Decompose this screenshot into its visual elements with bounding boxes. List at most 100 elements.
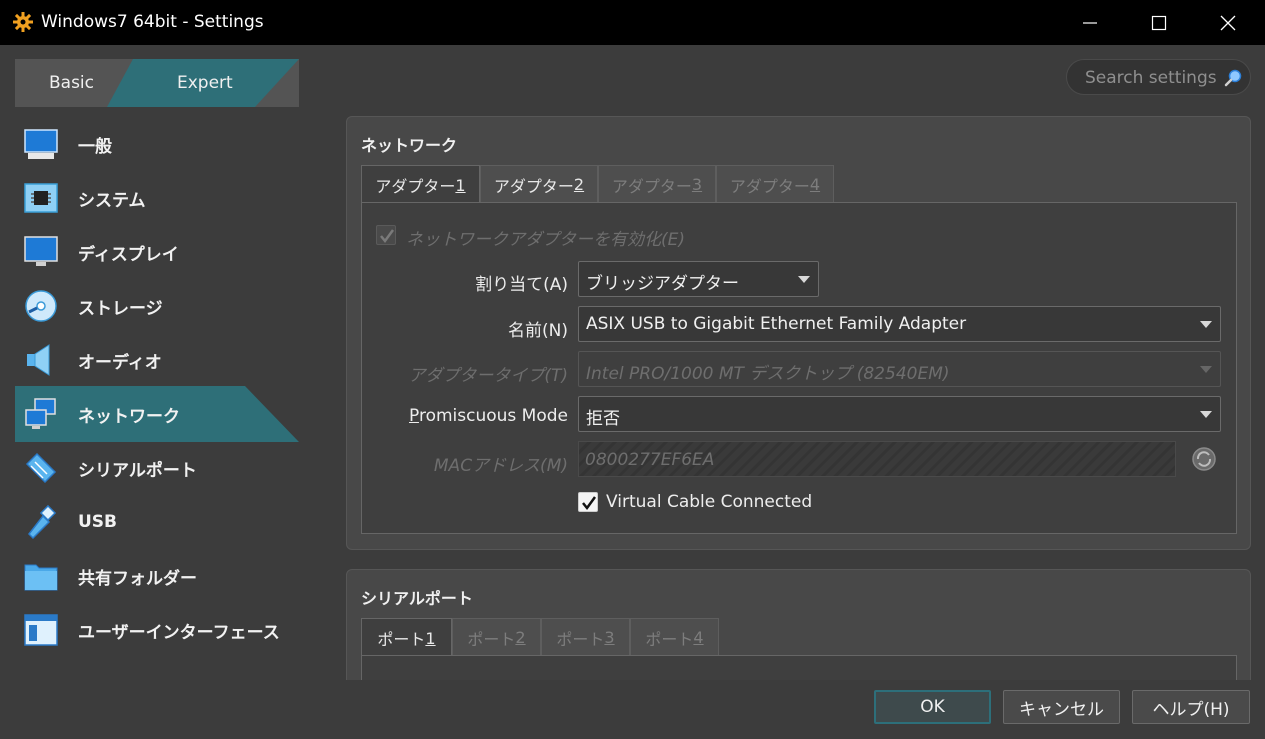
sidebar-item-system[interactable]: システム — [15, 170, 299, 226]
adapter-type-value: Intel PRO/1000 MT デスクトップ (82540EM) — [586, 364, 950, 384]
serial-port-icon — [25, 452, 57, 484]
sidebar-item-usb[interactable]: USB — [15, 494, 299, 550]
display-monitor-icon — [24, 236, 58, 266]
checkmark-icon — [582, 496, 597, 511]
tab-label: ポート — [645, 629, 694, 649]
name-label: 名前(N) — [508, 321, 568, 341]
refresh-icon — [1192, 447, 1216, 471]
tab-hotkey: 1 — [455, 175, 466, 195]
tab-hotkey: 3 — [691, 175, 703, 194]
maximize-icon — [1151, 15, 1167, 30]
tab-label: ポート — [467, 629, 516, 649]
user-interface-icon — [24, 614, 58, 646]
shared-folder-icon — [24, 564, 58, 591]
tab-adapter-1[interactable]: アダプター 1 — [361, 165, 480, 204]
tab-hotkey: 2 — [515, 628, 526, 647]
adapter-tabs: アダプター 1 アダプター 2 アダプター 3 アダプター 4 — [361, 165, 841, 204]
attached-to-label: 割り当て(A) — [475, 275, 568, 295]
sidebar-item-label: 共有フォルダー — [78, 568, 197, 589]
help-button[interactable]: ヘルプ(H) — [1132, 690, 1250, 724]
mode-basic-button[interactable]: Basic — [49, 73, 94, 93]
adapter-type-select[interactable]: Intel PRO/1000 MT デスクトップ (82540EM) — [578, 351, 1221, 387]
sidebar-item-label: オーディオ — [78, 352, 162, 373]
tab-adapter-2[interactable]: アダプター 2 — [480, 165, 598, 203]
window-title: Windows7 64bit - Settings — [41, 12, 264, 32]
sidebar-item-label: ストレージ — [78, 298, 163, 319]
enable-adapter-label: ネットワークアダプターを有効化(E) — [406, 230, 686, 250]
tab-label: アダプター — [375, 177, 456, 196]
system-chip-icon — [24, 183, 58, 213]
storage-disk-icon — [25, 290, 57, 322]
minimize-button[interactable] — [1058, 0, 1122, 45]
chevron-down-icon — [1200, 411, 1212, 418]
adapter-type-label: アダプタータイプ(T) — [408, 366, 568, 386]
chevron-down-icon — [798, 276, 810, 283]
tab-hotkey: 4 — [809, 175, 821, 194]
cable-connected-label: Virtual Cable Connected — [606, 492, 813, 512]
tab-port-3[interactable]: ポート 3 — [541, 618, 630, 656]
tab-adapter-3[interactable]: アダプター 3 — [598, 165, 716, 203]
sidebar-item-storage[interactable]: ストレージ — [15, 278, 299, 334]
sidebar-item-label: ディスプレイ — [78, 244, 179, 265]
sidebar-item-label: 一般 — [78, 136, 112, 157]
enable-adapter-checkbox[interactable] — [376, 225, 396, 245]
mode-expert-button[interactable]: Expert — [177, 73, 233, 93]
sidebar-item-user-interface[interactable]: ユーザーインターフェース — [15, 602, 299, 658]
maximize-button[interactable] — [1127, 0, 1191, 45]
general-icon — [24, 129, 58, 159]
search-box — [1066, 59, 1251, 95]
tab-hotkey: 1 — [425, 628, 436, 648]
audio-speaker-icon — [27, 344, 50, 376]
tab-port-4[interactable]: ポート 4 — [630, 618, 719, 656]
close-button[interactable] — [1196, 0, 1260, 45]
tab-hotkey: 4 — [693, 628, 704, 647]
sidebar-item-label: ネットワーク — [78, 406, 180, 427]
group-title: シリアルポート — [361, 589, 473, 608]
attached-to-value: ブリッジアダプター — [586, 274, 739, 294]
tab-label: アダプター — [493, 176, 574, 196]
sidebar-item-audio[interactable]: オーディオ — [15, 332, 299, 388]
network-group: ネットワーク アダプター 1 アダプター 2 アダプター 3 アダプター 4 ネ… — [346, 116, 1251, 550]
sidebar-item-display[interactable]: ディスプレイ — [15, 224, 299, 280]
network-icon — [25, 398, 56, 429]
promiscuous-mode-label: Promiscuous Mode — [409, 406, 568, 426]
cancel-button[interactable]: キャンセル — [1003, 690, 1120, 724]
mac-address-label: MACアドレス(M) — [433, 456, 568, 476]
cable-connected-checkbox[interactable] — [578, 492, 598, 512]
chevron-down-icon — [1200, 321, 1212, 328]
sidebar-item-label: システム — [78, 190, 146, 211]
mode-switch: Basic Expert — [15, 59, 299, 107]
adapter-tab-pane: ネットワークアダプターを有効化(E) 割り当て(A) ブリッジアダプター 名前(… — [361, 202, 1237, 534]
tab-label: ポート — [556, 629, 605, 649]
search-icon — [1224, 69, 1242, 87]
tab-port-1[interactable]: ポート 1 — [361, 618, 452, 657]
mac-address-field[interactable]: 0800277EF6EA — [578, 441, 1176, 477]
tab-label: アダプター — [611, 176, 692, 196]
checkmark-icon — [380, 229, 395, 244]
close-icon — [1220, 15, 1236, 30]
tab-hotkey: 2 — [573, 175, 585, 194]
sidebar-item-label: シリアルポート — [78, 460, 197, 481]
name-select[interactable]: ASIX USB to Gigabit Ethernet Family Adap… — [578, 306, 1221, 342]
sidebar-item-network[interactable]: ネットワーク — [15, 386, 299, 442]
tab-label: アダプター — [729, 176, 810, 196]
search-input[interactable] — [1083, 66, 1223, 90]
promiscuous-mode-select[interactable]: 拒否 — [578, 396, 1221, 432]
refresh-mac-button[interactable] — [1190, 445, 1218, 473]
group-title: ネットワーク — [361, 136, 458, 155]
serial-port-group: シリアルポート ポート 1 ポート 2 ポート 3 ポート 4 — [346, 569, 1251, 695]
mac-address-value: 0800277EF6EA — [585, 450, 715, 470]
ok-button[interactable]: OK — [874, 690, 991, 724]
port-tabs: ポート 1 ポート 2 ポート 3 ポート 4 — [361, 618, 741, 657]
promiscuous-mode-label-rest: romiscuous Mode — [418, 406, 568, 426]
tab-adapter-4[interactable]: アダプター 4 — [716, 165, 834, 203]
sidebar-item-serial-port[interactable]: シリアルポート — [15, 440, 299, 496]
sidebar-item-general[interactable]: 一般 — [15, 116, 299, 172]
tab-label: ポート — [377, 630, 426, 649]
attached-to-select[interactable]: ブリッジアダプター — [578, 261, 819, 297]
tab-port-2[interactable]: ポート 2 — [452, 618, 541, 656]
sidebar-item-label: ユーザーインターフェース — [78, 622, 280, 643]
sidebar-item-shared-folders[interactable]: 共有フォルダー — [15, 548, 299, 604]
tab-hotkey: 3 — [604, 628, 615, 647]
minimize-icon — [1083, 21, 1097, 24]
